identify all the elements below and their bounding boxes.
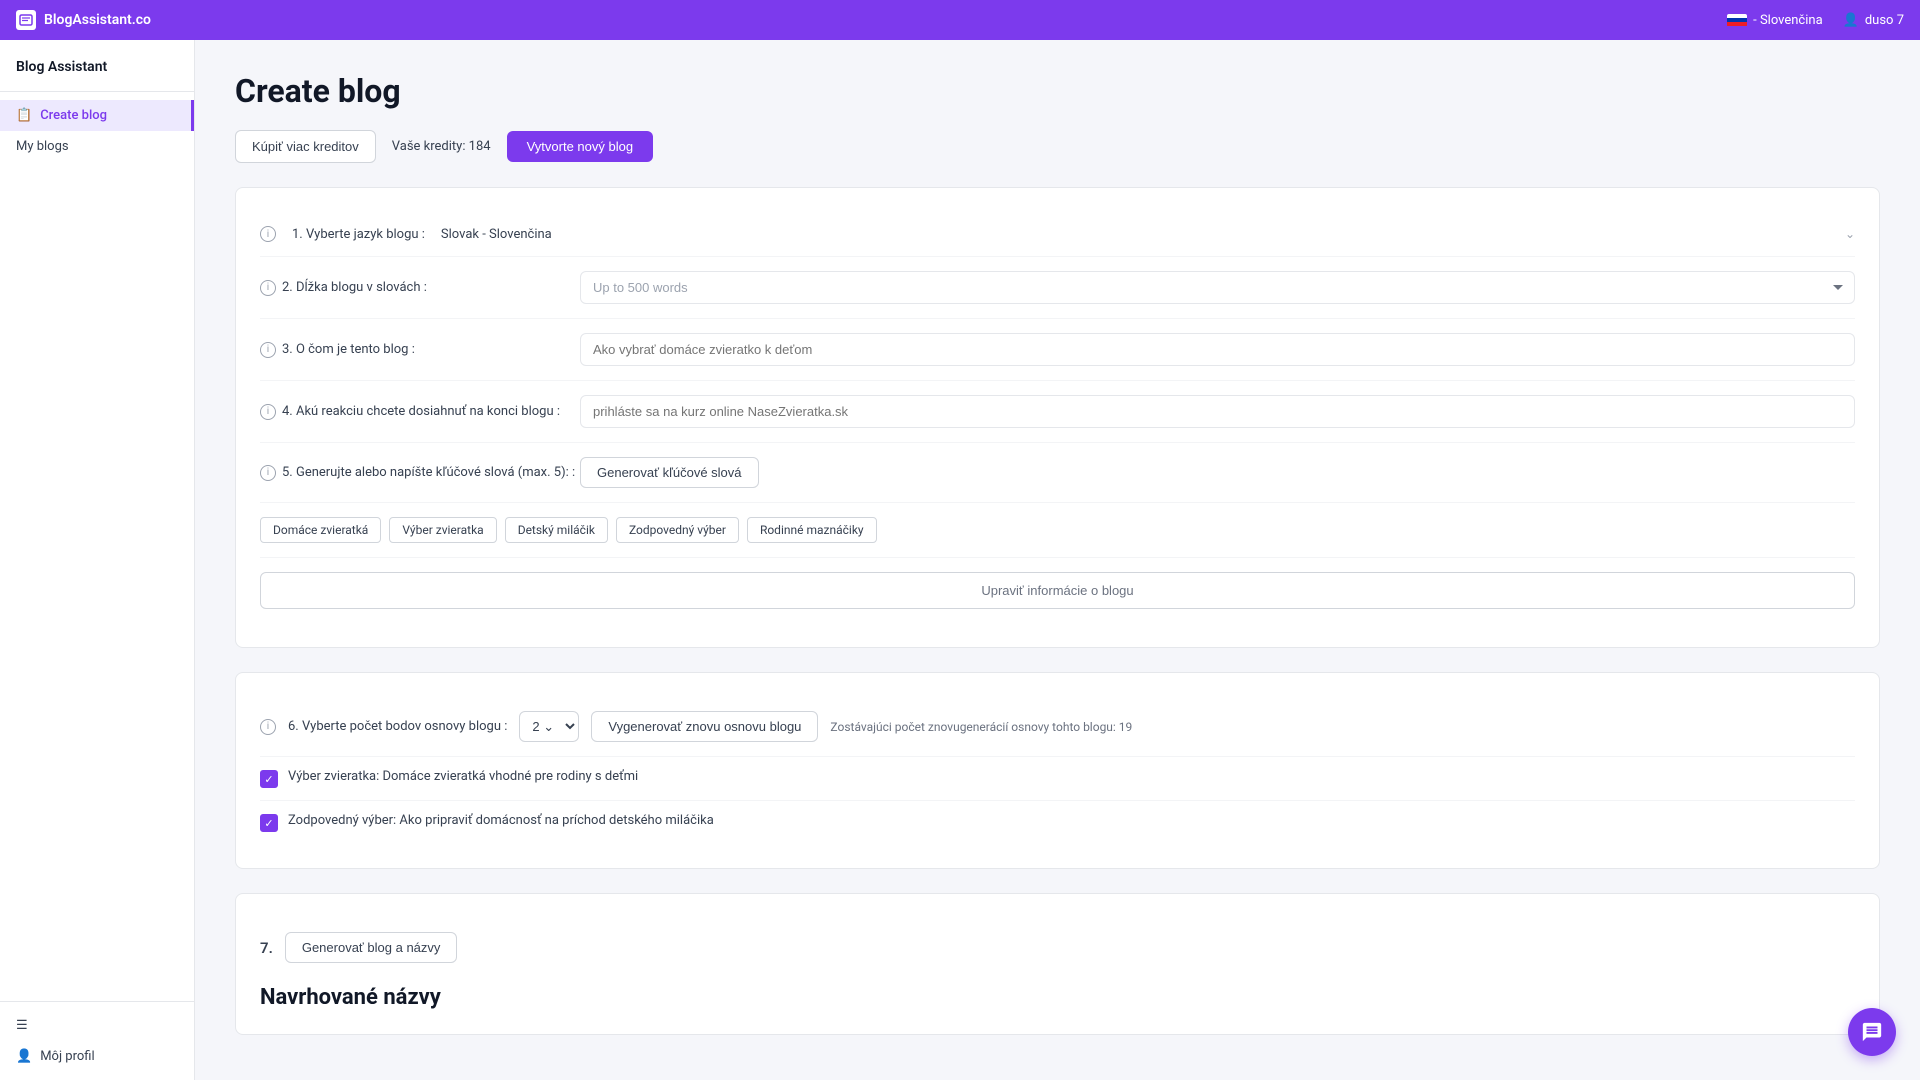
outline-checkbox-1[interactable] bbox=[260, 814, 278, 832]
language-value: Slovak - Slovenčina bbox=[441, 227, 552, 242]
sidebar-menu-item[interactable]: ☰ bbox=[0, 1010, 194, 1041]
language-label-group: i 1. Vyberte jazyk blogu : Slovak - Slov… bbox=[260, 226, 552, 242]
regen-info-text: Zostávajúci počet znovugenerácií osnovy … bbox=[830, 720, 1132, 734]
topic-label: i 3. O čom je tento blog : bbox=[260, 342, 580, 358]
sidebar-header: Blog Assistant bbox=[0, 40, 194, 92]
step7-num: 7. bbox=[260, 939, 273, 957]
length-select[interactable]: Up to 500 words Up to 1000 words Up to 1… bbox=[580, 271, 1855, 304]
outline-item-1: Zodpovedný výber: Ako pripraviť domácnos… bbox=[260, 801, 1855, 844]
profile-icon: 👤 bbox=[16, 1049, 32, 1064]
outline-checkbox-0[interactable] bbox=[260, 770, 278, 788]
flag-icon bbox=[1727, 14, 1747, 27]
sidebar: Blog Assistant 📋 Create blog My blogs ☰ … bbox=[0, 40, 195, 1080]
user-icon: 👤 bbox=[1843, 13, 1859, 28]
tag-4[interactable]: Rodinné maznáčiky bbox=[747, 517, 877, 543]
language-info-icon: i bbox=[260, 226, 276, 242]
reaction-label: i 4. Akú reakciu chcete dosiahnuť na kon… bbox=[260, 404, 580, 420]
sidebar-create-blog-label: Create blog bbox=[40, 108, 107, 123]
sidebar-bottom: ☰ 👤 Môj profil bbox=[0, 1001, 194, 1080]
generate-blog-button[interactable]: Generovať blog a názvy bbox=[285, 932, 458, 963]
tag-2[interactable]: Detský miláčik bbox=[505, 517, 608, 543]
user-info[interactable]: 👤 duso 7 bbox=[1843, 13, 1904, 28]
header-right: - Slovenčina 👤 duso 7 bbox=[1727, 13, 1904, 28]
language-chevron-icon[interactable]: ⌄ bbox=[1845, 227, 1855, 241]
reaction-row: i 4. Akú reakciu chcete dosiahnuť na kon… bbox=[260, 381, 1855, 443]
regen-outline-button[interactable]: Vygenerovať znovu osnovu blogu bbox=[591, 711, 818, 742]
outline-label-1: Zodpovedný výber: Ako pripraviť domácnos… bbox=[288, 813, 714, 828]
create-blog-icon: 📋 bbox=[16, 108, 32, 123]
outline-count-row: i 6. Vyberte počet bodov osnovy blogu : … bbox=[260, 697, 1855, 757]
username: duso 7 bbox=[1865, 13, 1904, 28]
blog-info-card: i 1. Vyberte jazyk blogu : Slovak - Slov… bbox=[235, 187, 1880, 648]
update-blog-info-button[interactable]: Upraviť informácie o blogu bbox=[260, 572, 1855, 609]
suggested-titles-heading: Navrhované názvy bbox=[260, 977, 1855, 1010]
fab-button[interactable] bbox=[1848, 1008, 1896, 1056]
logo-icon bbox=[16, 10, 36, 30]
app-logo: BlogAssistant.co bbox=[16, 10, 151, 30]
tag-0[interactable]: Domáce zvieratká bbox=[260, 517, 381, 543]
language-selector[interactable]: - Slovenčina bbox=[1727, 13, 1823, 28]
topic-row: i 3. O čom je tento blog : bbox=[260, 319, 1855, 381]
my-blogs-label: My blogs bbox=[16, 139, 69, 154]
length-row: i 2. Dĺžka blogu v slovách : Up to 500 w… bbox=[260, 257, 1855, 319]
sidebar-profile-item[interactable]: 👤 Môj profil bbox=[0, 1041, 194, 1072]
keywords-row: i 5. Generujte alebo napíšte kľúčové slo… bbox=[260, 443, 1855, 503]
credits-text: Vaše kredity: 184 bbox=[392, 139, 491, 154]
profile-label: Môj profil bbox=[40, 1049, 94, 1064]
toolbar-row: Kúpiť viac kreditov Vaše kredity: 184 Vy… bbox=[235, 130, 1880, 163]
outline-count-select[interactable]: 2 ⌄ 3 4 5 bbox=[519, 711, 579, 742]
keywords-label: i 5. Generujte alebo napíšte kľúčové slo… bbox=[260, 465, 580, 481]
sidebar-item-my-blogs[interactable]: My blogs bbox=[0, 131, 194, 162]
topic-info-icon: i bbox=[260, 342, 276, 358]
outline-card: i 6. Vyberte počet bodov osnovy blogu : … bbox=[235, 672, 1880, 869]
tag-3[interactable]: Zodpovedný výber bbox=[616, 517, 739, 543]
outline-item-0: Výber zvieratka: Domáce zvieratká vhodné… bbox=[260, 757, 1855, 801]
tags-row: Domáce zvieratká Výber zvieratka Detský … bbox=[260, 503, 1855, 558]
buy-credits-button[interactable]: Kúpiť viac kreditov bbox=[235, 130, 376, 163]
topic-input[interactable] bbox=[580, 333, 1855, 366]
menu-icon: ☰ bbox=[16, 1018, 28, 1033]
tag-1[interactable]: Výber zvieratka bbox=[389, 517, 496, 543]
step7-row: 7. Generovať blog a názvy bbox=[260, 918, 1855, 977]
language-label: - Slovenčina bbox=[1753, 13, 1823, 28]
generate-blog-card: 7. Generovať blog a názvy Navrhované náz… bbox=[235, 893, 1880, 1035]
length-label: i 2. Dĺžka blogu v slovách : bbox=[260, 280, 580, 296]
sidebar-title: Blog Assistant bbox=[16, 59, 107, 75]
sidebar-item-create-blog[interactable]: 📋 Create blog bbox=[0, 100, 194, 131]
length-info-icon: i bbox=[260, 280, 276, 296]
reaction-info-icon: i bbox=[260, 404, 276, 420]
page-title: Create blog bbox=[235, 72, 1880, 110]
language-row: i 1. Vyberte jazyk blogu : Slovak - Slov… bbox=[260, 212, 1855, 257]
keywords-info-icon: i bbox=[260, 465, 276, 481]
update-row: Upraviť informácie o blogu bbox=[260, 558, 1855, 623]
sidebar-nav: 📋 Create blog My blogs bbox=[0, 92, 194, 1001]
generate-keywords-button[interactable]: Generovať kľúčové slová bbox=[580, 457, 759, 488]
outline-step-label: 6. Vyberte počet bodov osnovy blogu : bbox=[288, 719, 507, 734]
language-step-label: 1. Vyberte jazyk blogu : bbox=[292, 227, 425, 242]
main-content: Create blog Kúpiť viac kreditov Vaše kre… bbox=[195, 40, 1920, 1080]
new-blog-button[interactable]: Vytvorte nový blog bbox=[507, 131, 653, 162]
outline-label-0: Výber zvieratka: Domáce zvieratká vhodné… bbox=[288, 769, 638, 784]
app-name: BlogAssistant.co bbox=[44, 12, 151, 28]
reaction-input[interactable] bbox=[580, 395, 1855, 428]
top-header: BlogAssistant.co - Slovenčina 👤 duso 7 bbox=[0, 0, 1920, 40]
outline-info-icon: i bbox=[260, 719, 276, 735]
